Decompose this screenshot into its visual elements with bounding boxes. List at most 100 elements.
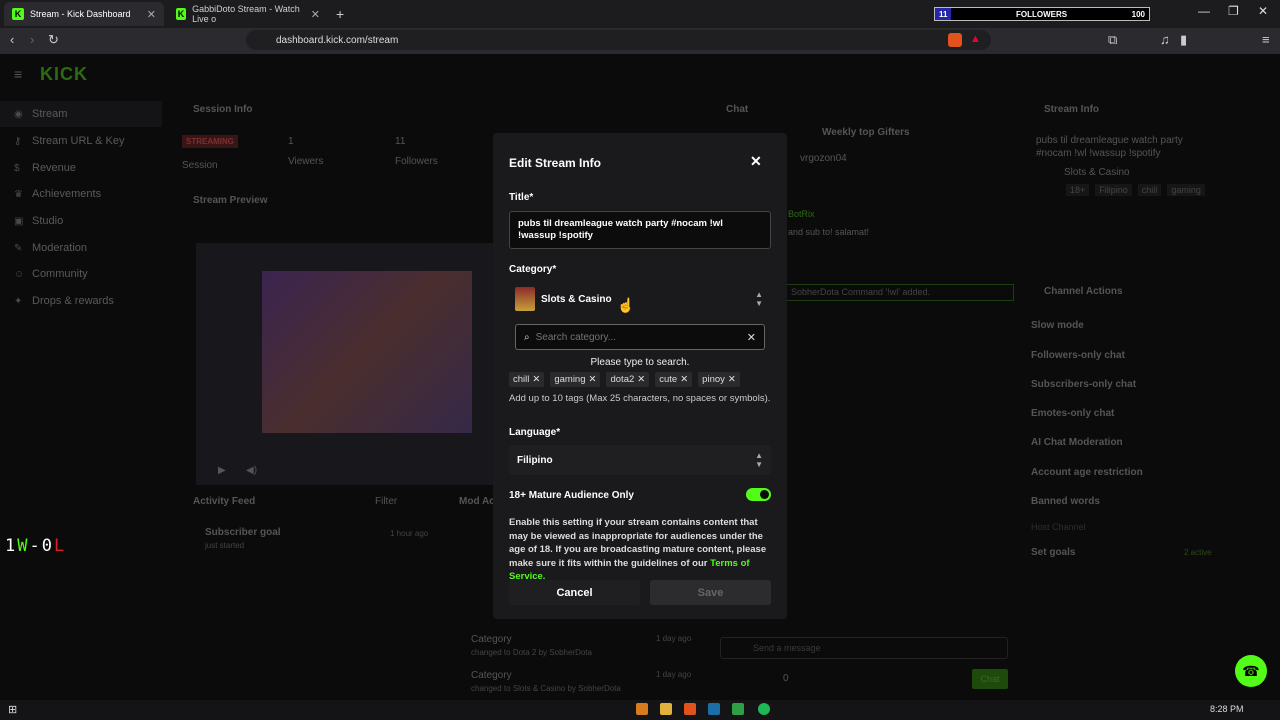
followers-only-chat-item[interactable]: Followers-only chat <box>1031 350 1125 361</box>
stream-info-tag: gaming <box>1167 184 1205 196</box>
title-label: Title* <box>509 192 534 203</box>
chat-send-button[interactable]: Chat <box>972 669 1008 689</box>
volume-icon[interactable]: ◀) <box>246 465 257 476</box>
remove-tag-icon[interactable]: ✕ <box>532 374 540 385</box>
minimize-icon[interactable]: — <box>1198 4 1210 18</box>
tag-label: chill <box>513 374 530 385</box>
sidebar-item-revenue[interactable]: $ Revenue <box>14 162 76 174</box>
remove-tag-icon[interactable]: ✕ <box>637 374 645 385</box>
sidebar-toggle-icon[interactable]: ▮ <box>1180 32 1187 48</box>
radio-icon: ◉ <box>14 108 23 120</box>
stream-info-tag: Filipino <box>1095 184 1132 196</box>
spotify-icon[interactable] <box>758 703 770 715</box>
banned-words-item[interactable]: Banned words <box>1031 496 1100 507</box>
tag-gaming[interactable]: gaming ✕ <box>550 372 601 387</box>
chat-message-input[interactable]: Send a message <box>720 637 1008 659</box>
taskbar-clock: 8:28 PM <box>1210 704 1244 714</box>
ai-chat-moderation-item[interactable]: AI Chat Moderation <box>1031 437 1123 448</box>
tab-kick-dashboard[interactable]: K Stream - Kick Dashboard ✕ <box>4 2 164 26</box>
save-button[interactable]: Save <box>650 580 771 605</box>
extensions-icon[interactable]: ⧉ <box>1108 32 1117 48</box>
loss-letter: L <box>54 536 65 556</box>
tag-cute[interactable]: cute ✕ <box>655 372 693 387</box>
windows-start-icon[interactable]: ⊞ <box>8 703 17 716</box>
chat-title: Chat <box>726 104 749 115</box>
stream-preview-title: Stream Preview <box>193 195 268 206</box>
gift-icon: ✦ <box>14 295 23 307</box>
remove-tag-icon[interactable]: ✕ <box>680 374 688 385</box>
set-goals-item[interactable]: Set goals <box>1031 547 1075 558</box>
sidebar-item-stream[interactable]: ◉ Stream <box>14 108 67 120</box>
filter-button[interactable]: Filter <box>375 496 397 507</box>
stream-info-stream-title: pubs til dreamleague watch party #nocam … <box>1036 135 1183 159</box>
file-explorer-icon[interactable] <box>660 703 672 715</box>
close-tab-icon[interactable]: ✕ <box>311 8 320 21</box>
forward-icon[interactable]: › <box>30 32 34 47</box>
reload-icon[interactable]: ↻ <box>48 32 59 48</box>
back-icon[interactable]: ‹ <box>10 32 14 47</box>
subscribers-only-chat-item[interactable]: Subscribers-only chat <box>1031 379 1136 390</box>
cancel-button[interactable]: Cancel <box>509 580 640 605</box>
slots-casino-thumbnail <box>515 287 535 311</box>
sidebar-item-community[interactable]: ☺ Community <box>14 268 88 280</box>
language-select[interactable]: Filipino ▲ ▼ <box>509 445 771 475</box>
activity-item-subtitle: just started <box>205 541 245 550</box>
slow-mode-item[interactable]: Slow mode <box>1031 320 1084 331</box>
category-value: Slots & Casino <box>541 293 612 305</box>
category-select[interactable]: Slots & Casino ▲ ▼ <box>509 283 771 315</box>
window-close-icon[interactable]: ✕ <box>1258 4 1268 18</box>
brave-shield-icon[interactable] <box>948 33 962 47</box>
category-search-input[interactable] <box>535 331 741 343</box>
tab-gabbidoto-stream[interactable]: K GabbiDoto Stream - Watch Live o ✕ <box>168 2 328 26</box>
sidebar-item-studio[interactable]: ▣ Studio <box>14 215 63 227</box>
modal-title: Edit Stream Info <box>509 156 602 170</box>
stream-preview-video[interactable]: ▶ ◀) <box>196 243 494 485</box>
sidebar-item-moderation[interactable]: ✎ Moderation <box>14 242 87 254</box>
tag-chill[interactable]: chill ✕ <box>509 372 545 387</box>
taskbar-app-icon[interactable] <box>636 703 648 715</box>
sidebar-item-label: Stream <box>32 108 68 120</box>
new-tab-icon[interactable]: + <box>336 6 344 22</box>
mod-action-detail: changed to Dota 2 by SobherDota <box>471 648 592 657</box>
emotes-only-chat-item[interactable]: Emotes-only chat <box>1031 408 1114 419</box>
category-search-box[interactable]: ⌕ ✕ <box>515 324 765 350</box>
brave-rewards-icon[interactable]: ▲ <box>970 33 981 45</box>
steam-icon[interactable] <box>708 703 720 715</box>
media-icon[interactable]: ♫ <box>1160 32 1170 47</box>
kick-logo[interactable]: KICK <box>40 64 88 85</box>
menu-icon[interactable]: ≡ <box>1262 32 1270 47</box>
close-tab-icon[interactable]: ✕ <box>147 8 156 21</box>
edit-stream-info-modal: Edit Stream Info ✕ Title* pubs til dream… <box>493 133 787 619</box>
account-age-restriction-item[interactable]: Account age restriction <box>1031 467 1143 478</box>
stream-info-tag: 18+ <box>1066 184 1090 196</box>
brave-browser-icon[interactable] <box>684 703 696 715</box>
tag-pinoy[interactable]: pinoy ✕ <box>698 372 740 387</box>
sidebar-item-achievements[interactable]: ♛ Achievements <box>14 188 101 200</box>
key-icon: ⚷ <box>14 135 22 147</box>
top-gifters-title: Weekly top Gifters <box>822 127 910 138</box>
hamburger-icon[interactable]: ≡ <box>14 66 22 82</box>
clear-search-icon[interactable]: ✕ <box>747 331 756 344</box>
stream-title-input[interactable]: pubs til dreamleague watch party #nocam … <box>509 211 771 249</box>
remove-tag-icon[interactable]: ✕ <box>728 374 736 385</box>
channel-actions-title: Channel Actions <box>1044 286 1123 297</box>
restore-icon[interactable]: ❐ <box>1228 4 1239 18</box>
support-chat-icon[interactable]: ☎ <box>1235 655 1267 687</box>
slot-game-thumbnail <box>262 271 472 433</box>
sidebar-item-stream-url-key[interactable]: ⚷ Stream URL & Key <box>14 135 125 147</box>
windows-taskbar: ⊞ 8:28 PM <box>0 700 1280 720</box>
tag-dota2[interactable]: dota2 ✕ <box>606 372 650 387</box>
sidebar-item-drops-rewards[interactable]: ✦ Drops & rewards <box>14 295 114 307</box>
address-bar[interactable]: dashboard.kick.com/stream <box>246 30 991 50</box>
select-arrows-icon: ▲ ▼ <box>755 451 763 469</box>
followers-count: 11 <box>935 8 952 20</box>
close-icon[interactable]: ✕ <box>750 153 762 170</box>
chat-bot-name: BotRix <box>788 209 815 219</box>
obs-icon[interactable] <box>732 703 744 715</box>
mod-action-time: 1 day ago <box>656 670 692 679</box>
play-icon[interactable]: ▶ <box>218 465 226 476</box>
host-channel-item[interactable]: Host Channel <box>1031 522 1086 532</box>
mature-audience-toggle[interactable] <box>746 488 771 501</box>
remove-tag-icon[interactable]: ✕ <box>589 374 597 385</box>
search-icon: ⌕ <box>524 331 530 343</box>
